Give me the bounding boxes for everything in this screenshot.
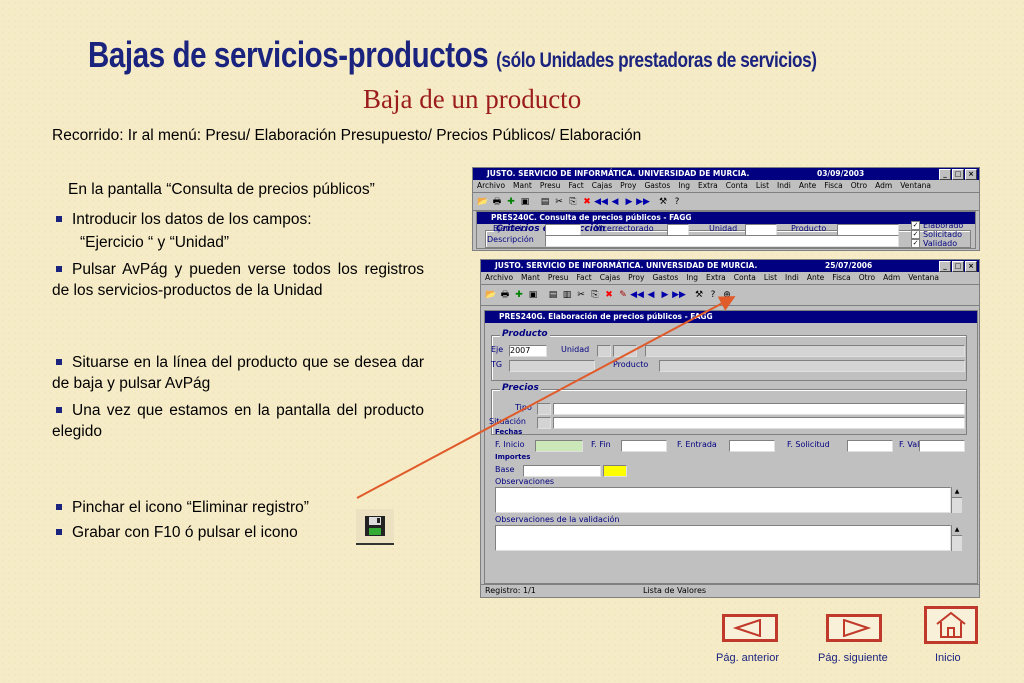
next-page-label[interactable]: Pág. siguiente bbox=[818, 652, 888, 664]
home-icon bbox=[936, 611, 966, 638]
next-page-button[interactable] bbox=[826, 614, 882, 642]
prev-page-button[interactable] bbox=[722, 614, 778, 642]
pointer-arrow bbox=[356, 296, 736, 499]
home-label[interactable]: Inicio bbox=[935, 652, 961, 664]
arrow-left-icon bbox=[732, 619, 761, 637]
arrow-right-icon bbox=[843, 619, 872, 637]
home-button[interactable] bbox=[924, 606, 978, 644]
prev-page-label[interactable]: Pág. anterior bbox=[716, 652, 779, 664]
